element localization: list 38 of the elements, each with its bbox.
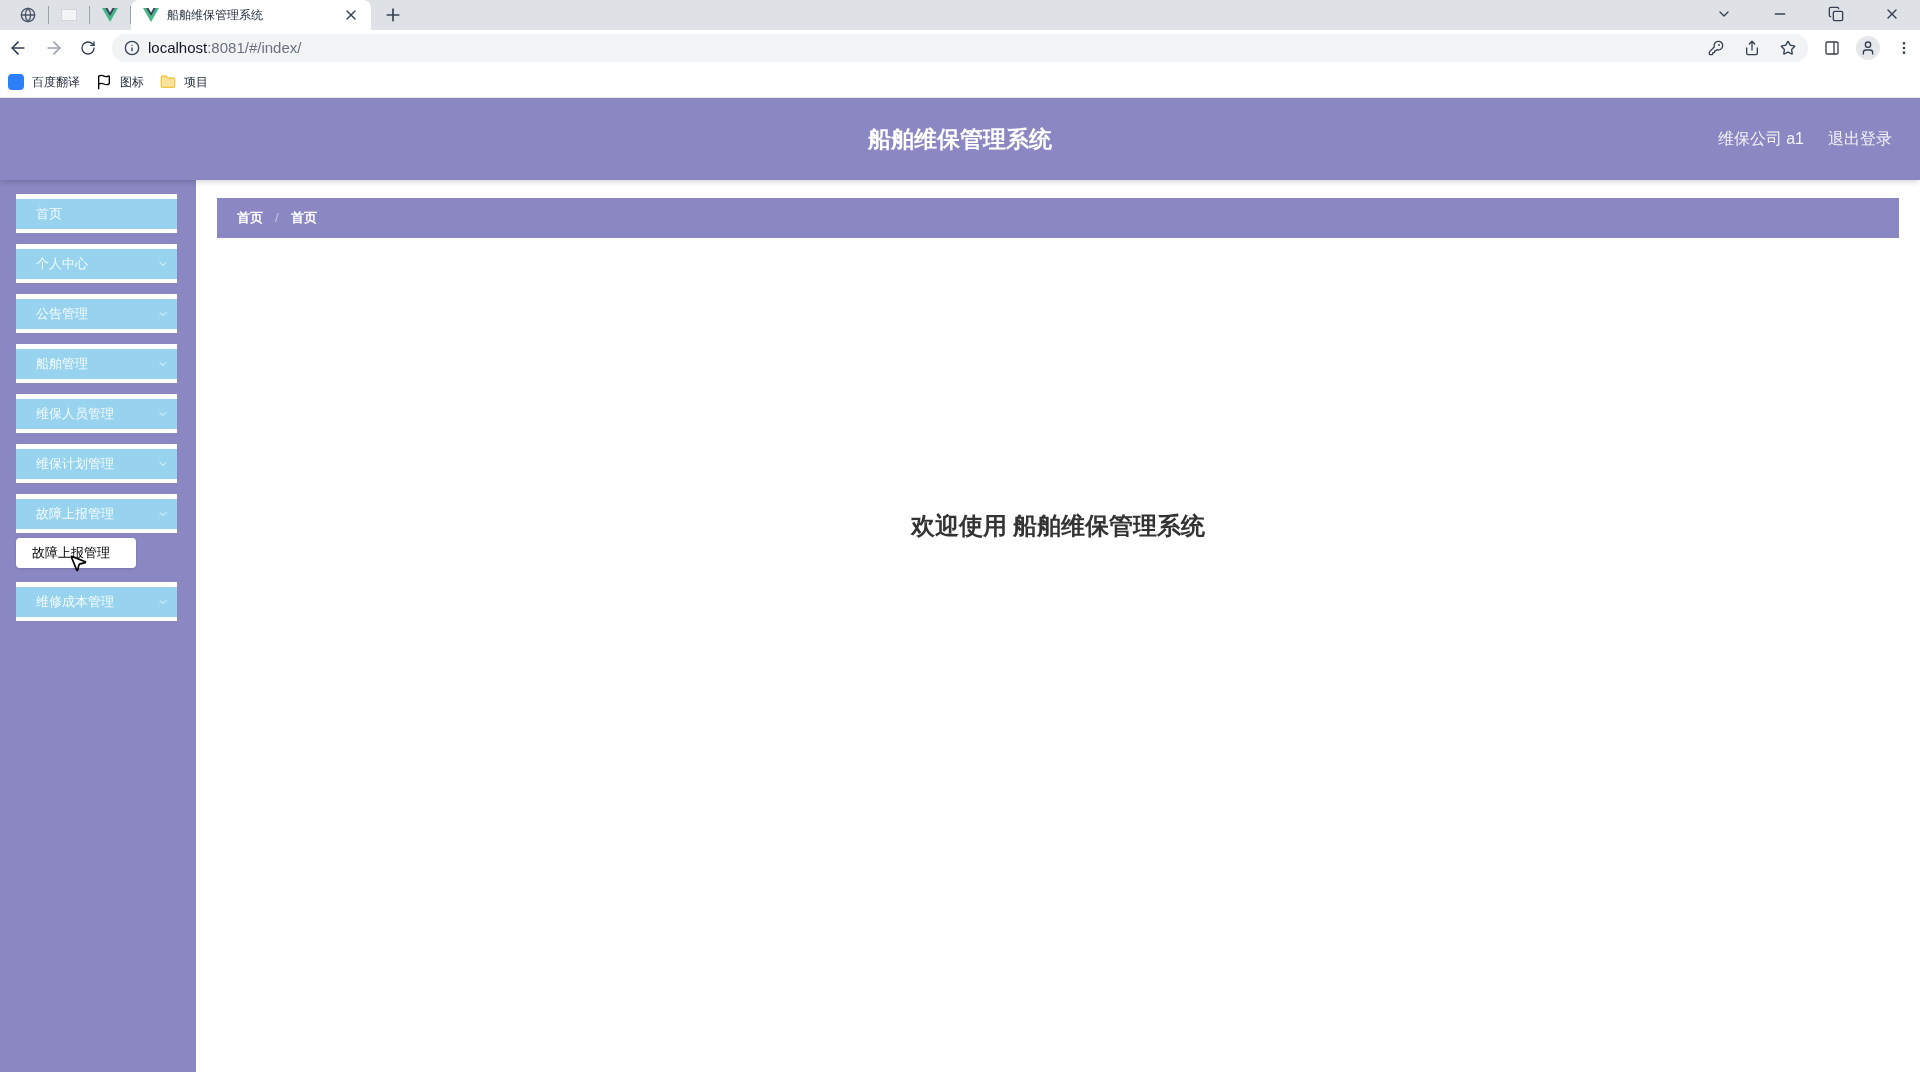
address-bar[interactable]: localhost:8081/#/index/ (112, 34, 1808, 62)
restore-icon[interactable] (1828, 6, 1844, 22)
welcome-heading: 欢迎使用 船舶维保管理系统 (910, 511, 1206, 541)
bookmark-link[interactable]: 项目 (184, 72, 208, 91)
profile-icon[interactable] (1856, 36, 1880, 60)
menu-item[interactable]: 维保计划管理 (16, 444, 177, 483)
menu-item[interactable]: 个人中心 (16, 244, 177, 283)
tooltip: 故障上报管理 (16, 538, 136, 568)
bookmark-link[interactable]: 图标 (120, 72, 144, 91)
folder-icon (160, 73, 176, 90)
translate-icon (8, 73, 24, 90)
share-icon[interactable] (1744, 40, 1760, 56)
side-panel-icon[interactable] (1824, 40, 1840, 56)
bookmark-link[interactable]: 百度翻译 (32, 72, 80, 91)
breadcrumb-separator: / (275, 209, 279, 228)
breadcrumb-link[interactable]: 首页 (237, 208, 263, 228)
user-name: 维保公司 a1 (1717, 129, 1804, 149)
star-icon[interactable] (1780, 40, 1796, 56)
page-icon (61, 9, 77, 21)
logout-link[interactable]: 退出登录 (1828, 127, 1892, 151)
globe-icon (20, 7, 36, 23)
v-logo-icon (102, 8, 118, 22)
breadcrumb-link[interactable]: 首页 (290, 208, 317, 228)
tab-title: 船舶维保管理系统 (167, 7, 264, 24)
menu-item[interactable]: 维修成本管理 (16, 582, 177, 621)
url-text: localhost:8081/#/index/ (148, 37, 303, 58)
menu-item[interactable]: 故障上报管理 (16, 494, 177, 533)
key-icon[interactable] (1708, 40, 1724, 56)
v-logo-icon (143, 8, 159, 22)
browser-tab[interactable]: 船舶维保管理系统 (131, 0, 371, 30)
menu-item[interactable]: 首页 (16, 194, 177, 233)
menu-item[interactable]: 维保人员管理 (16, 394, 177, 433)
reload-icon[interactable] (80, 40, 96, 56)
menu-item[interactable]: 公告管理 (16, 294, 177, 333)
app-title: 船舶维保管理系统 (868, 124, 1052, 154)
info-icon (124, 40, 140, 56)
menu-item[interactable]: 船舶管理 (16, 344, 177, 383)
flag-icon (96, 73, 112, 90)
